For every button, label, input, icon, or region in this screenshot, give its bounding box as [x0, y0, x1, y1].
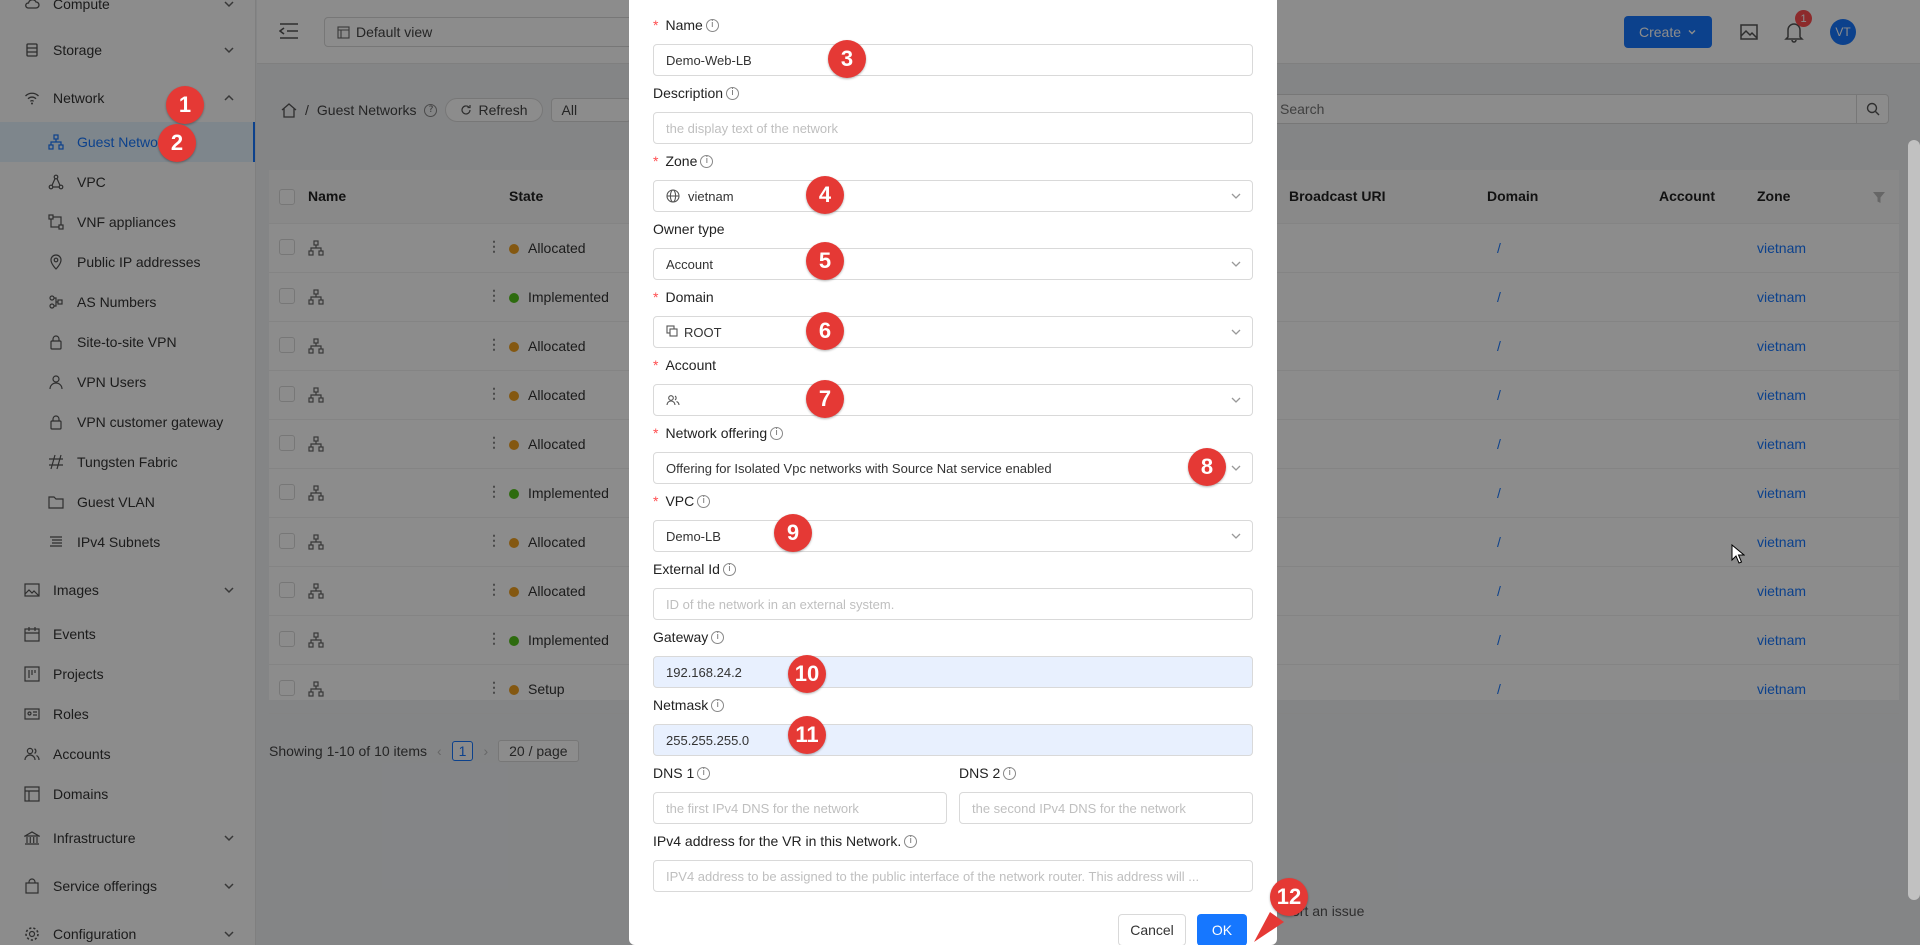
network-offering-select[interactable]: Offering for Isolated Vpc networks with … — [653, 452, 1253, 484]
annotation-marker: 4 — [806, 176, 844, 214]
info-icon[interactable]: i — [697, 494, 711, 508]
annotation-marker: 3 — [828, 40, 866, 78]
info-icon[interactable]: i — [1003, 766, 1017, 780]
owner-type-select[interactable]: Account — [653, 248, 1253, 280]
mouse-cursor-icon — [1731, 544, 1745, 564]
dns1-input[interactable] — [653, 792, 947, 824]
chevron-down-icon — [1231, 533, 1241, 539]
annotation-marker: 10 — [788, 655, 826, 693]
vr-ip-label: IPv4 address for the VR in this Network.… — [653, 833, 918, 849]
vpc-select[interactable]: Demo-LB — [653, 520, 1253, 552]
create-network-dialog: *Namei Descriptioni *Zonei vietnam Owner… — [629, 0, 1277, 945]
annotation-marker: 2 — [158, 124, 196, 162]
info-icon[interactable]: i — [722, 562, 736, 576]
info-icon[interactable]: i — [726, 86, 740, 100]
page-scrollbar[interactable] — [1908, 140, 1920, 900]
gateway-input[interactable] — [653, 656, 1253, 688]
info-icon[interactable]: i — [700, 154, 714, 168]
team-icon — [666, 393, 680, 407]
chevron-down-icon — [1231, 465, 1241, 471]
dns2-input[interactable] — [959, 792, 1253, 824]
zone-select[interactable]: vietnam — [653, 180, 1253, 212]
external-id-label: External Id i — [653, 561, 736, 577]
info-icon[interactable]: i — [711, 630, 725, 644]
chevron-down-icon — [1231, 329, 1241, 335]
vr-ip-input[interactable] — [653, 860, 1253, 892]
owner-type-label: Owner type — [653, 221, 725, 237]
annotation-marker: 5 — [806, 242, 844, 280]
account-label: * Account — [653, 357, 717, 373]
netmask-label: Netmask i — [653, 697, 725, 713]
annotation-marker: 11 — [788, 716, 826, 754]
chevron-down-icon — [1231, 397, 1241, 403]
annotation-marker: 12 — [1270, 878, 1308, 916]
info-icon[interactable]: i — [904, 834, 918, 848]
annotation-marker: 6 — [806, 312, 844, 350]
info-icon[interactable]: i — [697, 766, 711, 780]
globe-icon — [666, 189, 680, 203]
ok-button[interactable]: OK — [1197, 914, 1247, 945]
annotation-marker: 8 — [1188, 448, 1226, 486]
dns1-label: DNS 1i — [653, 765, 711, 781]
domain-select[interactable]: ROOT — [653, 316, 1253, 348]
chevron-down-icon — [1231, 193, 1241, 199]
info-icon[interactable]: i — [705, 18, 719, 32]
description-label: Description i — [653, 85, 740, 101]
name-label: * Name i — [653, 17, 719, 33]
chevron-down-icon — [1231, 261, 1241, 267]
description-input[interactable] — [653, 112, 1253, 144]
external-id-input[interactable] — [653, 588, 1253, 620]
name-input[interactable] — [653, 44, 1253, 76]
account-select[interactable] — [653, 384, 1253, 416]
block-icon — [666, 325, 680, 339]
gateway-label: Gateway i — [653, 629, 725, 645]
dns2-label: DNS 2i — [959, 765, 1017, 781]
annotation-marker: 1 — [166, 86, 204, 124]
annotation-marker: 9 — [774, 514, 812, 552]
info-icon[interactable]: i — [711, 698, 725, 712]
network-offering-label: * Network offering i — [653, 425, 784, 441]
cancel-button[interactable]: Cancel — [1118, 914, 1186, 945]
netmask-input[interactable] — [653, 724, 1253, 756]
info-icon[interactable]: i — [770, 426, 784, 440]
zone-label: * Zone i — [653, 153, 714, 169]
annotation-marker: 7 — [806, 380, 844, 418]
vpc-label: * VPC i — [653, 493, 711, 509]
domain-label: * Domain — [653, 289, 714, 305]
